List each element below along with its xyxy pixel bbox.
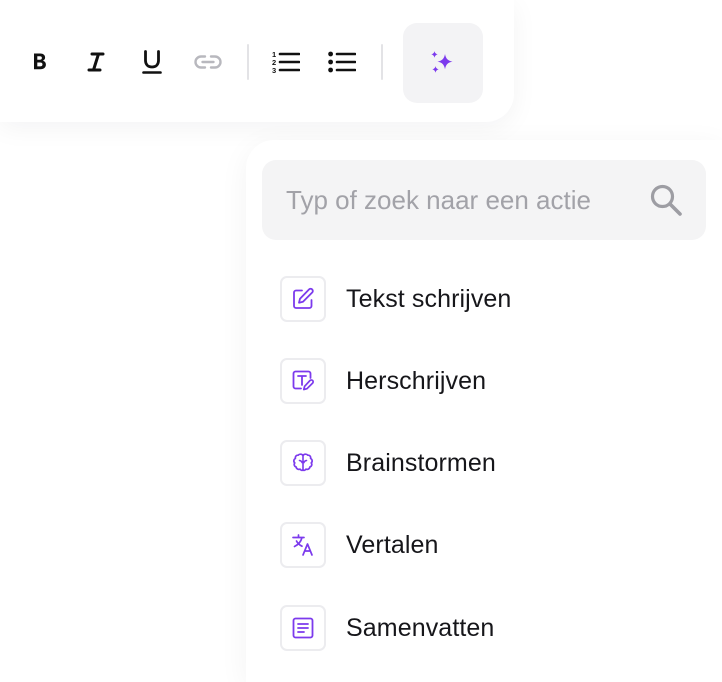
- action-list: Tekst schrijven Herschrijven Brainstorme…: [280, 274, 700, 682]
- menu-item-label: Herschrijven: [346, 366, 487, 395]
- ordered-list-icon: 1 2 3: [272, 50, 300, 74]
- editor-ai-assistant: 1 2 3 Typ of zoek naar een actie Tekst s…: [0, 0, 722, 682]
- menu-item-label: Brainstormen: [346, 448, 496, 477]
- italic-button[interactable]: [72, 38, 120, 86]
- translate-icon: [280, 522, 326, 568]
- bullet-list-icon: [328, 51, 356, 73]
- formatting-toolbar: 1 2 3: [0, 0, 514, 122]
- menu-item-write-text[interactable]: Tekst schrijven: [280, 274, 700, 324]
- italic-icon: [87, 52, 105, 72]
- underline-icon: [142, 50, 162, 74]
- bold-icon: [34, 53, 46, 70]
- ordered-list-button[interactable]: 1 2 3: [262, 38, 310, 86]
- menu-item-translate[interactable]: Vertalen: [280, 520, 700, 570]
- menu-item-rewrite[interactable]: Herschrijven: [280, 356, 700, 406]
- edit-icon: [280, 276, 326, 322]
- search-icon[interactable]: [648, 182, 684, 218]
- toolbar-divider: [247, 44, 249, 80]
- toolbar-divider: [381, 44, 383, 80]
- rewrite-icon: [280, 358, 326, 404]
- menu-item-brainstorm[interactable]: Brainstormen: [280, 438, 700, 488]
- menu-item-label: Vertalen: [346, 530, 439, 559]
- summary-icon: [280, 605, 326, 651]
- sparkles-icon: [431, 51, 453, 73]
- bullet-list-button[interactable]: [318, 38, 366, 86]
- svg-text:3: 3: [272, 66, 276, 74]
- brain-icon: [280, 440, 326, 486]
- ai-assistant-button[interactable]: [403, 23, 483, 103]
- menu-item-label: Tekst schrijven: [346, 284, 512, 313]
- ai-action-menu: Tekst schrijven Herschrijven: [246, 140, 722, 682]
- link-icon: [194, 55, 222, 69]
- action-search: [262, 160, 706, 240]
- underline-button[interactable]: [128, 38, 176, 86]
- menu-item-label: Samenvatten: [346, 613, 495, 642]
- action-search-input[interactable]: [286, 160, 636, 240]
- menu-item-summarize[interactable]: Samenvatten: [280, 603, 700, 653]
- bold-button[interactable]: [16, 38, 64, 86]
- link-button[interactable]: [184, 38, 232, 86]
